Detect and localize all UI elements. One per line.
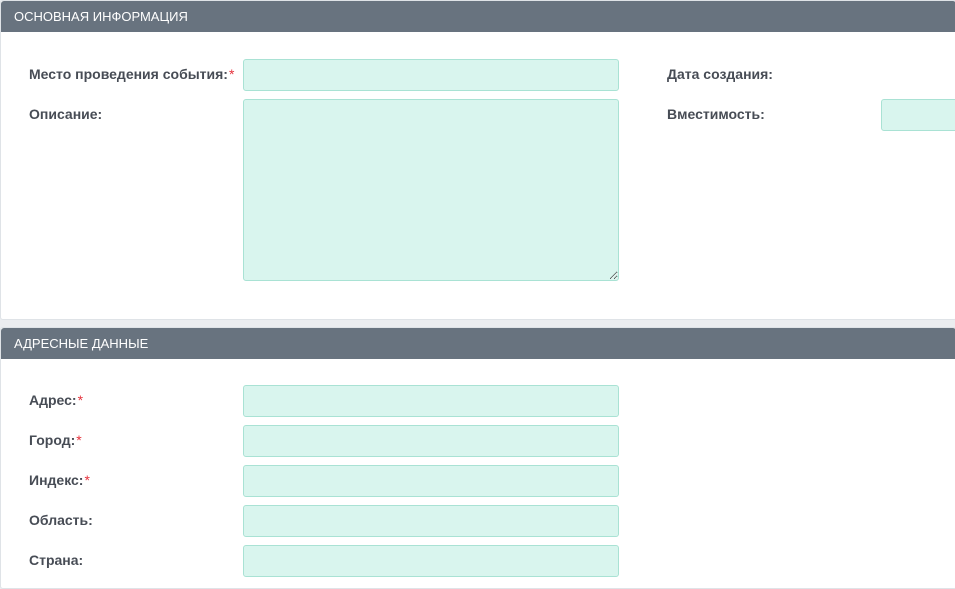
created-date-label: Дата создания: <box>667 66 773 82</box>
city-label-text: Город: <box>29 432 76 448</box>
address-label-text: Адрес: <box>29 392 77 408</box>
country-input[interactable] <box>243 545 619 577</box>
index-label-text: Индекс: <box>29 472 84 488</box>
required-marker: * <box>77 392 84 408</box>
city-label: Город:* <box>29 432 82 448</box>
required-marker: * <box>228 66 235 82</box>
capacity-input[interactable] <box>881 99 955 131</box>
city-input[interactable] <box>243 425 619 457</box>
country-label: Страна: <box>29 552 84 568</box>
index-input[interactable] <box>243 465 619 497</box>
address-label: Адрес:* <box>29 392 83 408</box>
address-input[interactable] <box>243 385 619 417</box>
address-header: Адресные данные <box>1 328 955 359</box>
region-input[interactable] <box>243 505 619 537</box>
region-label: Область: <box>29 512 93 528</box>
venue-input[interactable] <box>243 59 619 91</box>
index-label: Индекс:* <box>29 472 90 488</box>
description-textarea[interactable] <box>243 99 619 281</box>
venue-label: Место проведения события:* <box>29 66 234 82</box>
description-label: Описание: <box>29 106 103 122</box>
capacity-label: Вместимость: <box>667 106 765 122</box>
required-marker: * <box>84 472 90 488</box>
required-marker: * <box>76 432 82 448</box>
main-info-header: Основная информация <box>1 1 955 32</box>
venue-label-text: Место проведения события: <box>29 66 228 82</box>
